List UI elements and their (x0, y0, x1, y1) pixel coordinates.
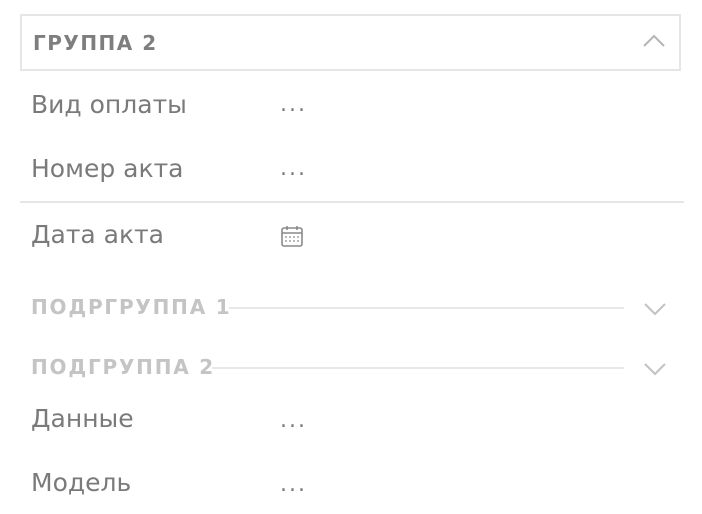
subgroup-2-line (212, 367, 624, 369)
group-title: ГРУППА 2 (33, 31, 158, 55)
calendar-icon[interactable] (280, 224, 304, 248)
act-date-label: Дата акта (31, 220, 164, 249)
subgroup-2-title[interactable]: ПОДГРУППА 2 (31, 357, 215, 377)
act-number-label: Номер акта (31, 154, 184, 183)
chevron-down-icon[interactable] (643, 301, 667, 317)
act-number-value[interactable]: ... (280, 158, 307, 180)
model-label: Модель (31, 468, 132, 497)
payment-type-label: Вид оплаты (31, 90, 187, 119)
group-header[interactable]: ГРУППА 2 (20, 14, 681, 71)
data-value[interactable]: ... (280, 410, 307, 432)
subgroup-1-title[interactable]: ПОДРГРУППА 1 (31, 297, 231, 317)
payment-type-value[interactable]: ... (280, 94, 307, 116)
chevron-down-icon[interactable] (643, 361, 667, 377)
chevron-up-icon[interactable] (642, 33, 666, 49)
subgroup-1-line (229, 307, 624, 309)
divider (20, 201, 684, 203)
model-value[interactable]: ... (280, 474, 307, 496)
data-label: Данные (31, 404, 134, 433)
